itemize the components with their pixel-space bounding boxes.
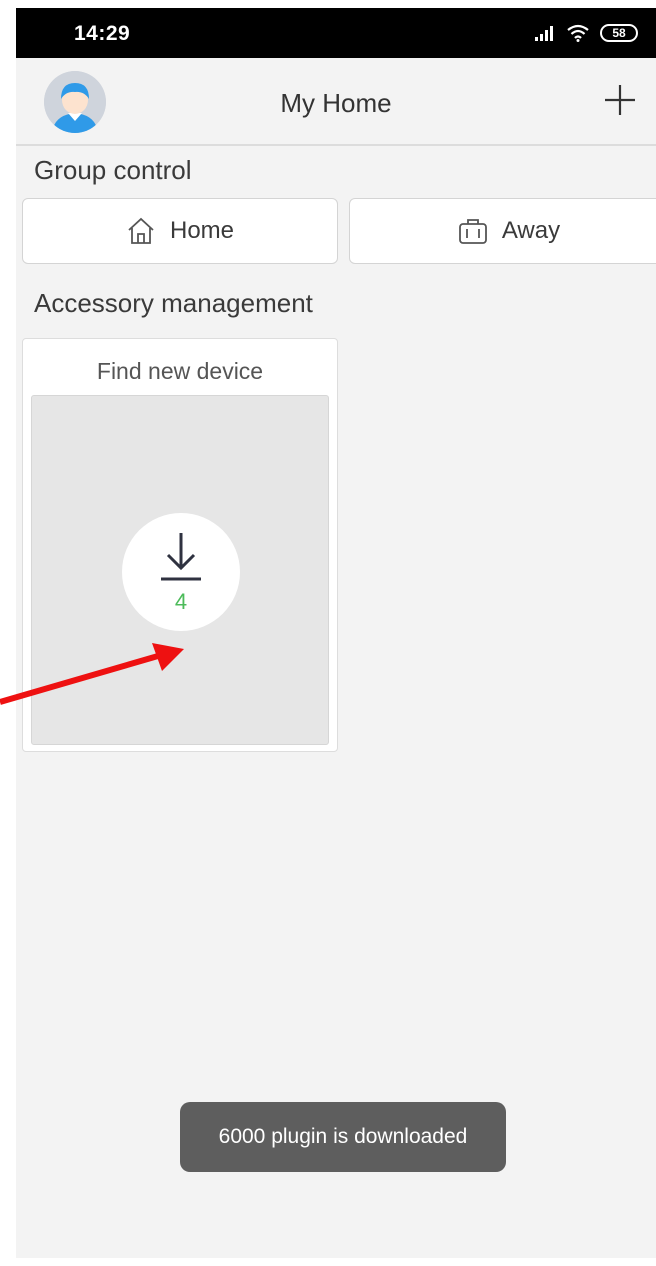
annotation-arrow-icon xyxy=(0,643,184,705)
home-mode-label: Home xyxy=(169,217,235,244)
group-control-title: Group control xyxy=(34,155,192,185)
phone-screen: 14:29 58 My Home Group control Home Away… xyxy=(16,8,656,1258)
wifi-icon xyxy=(567,24,589,42)
status-time: 14:29 xyxy=(74,22,131,45)
briefcase-icon xyxy=(458,219,487,244)
away-mode-label: Away xyxy=(501,217,561,244)
home-mode-button[interactable]: Home xyxy=(22,198,338,264)
download-count: 4 xyxy=(174,589,188,614)
card-title: Find new device xyxy=(96,358,264,384)
battery-icon: 58 xyxy=(600,24,638,42)
toast-message: 6000 plugin is downloaded xyxy=(180,1102,506,1172)
download-badge[interactable]: 4 xyxy=(122,513,240,631)
accessory-management-title: Accessory management xyxy=(34,288,313,318)
away-mode-button[interactable]: Away xyxy=(349,198,656,264)
house-icon xyxy=(128,217,154,244)
add-button[interactable] xyxy=(602,82,638,118)
battery-level: 58 xyxy=(612,26,626,40)
page-title: My Home xyxy=(280,88,392,118)
app-header: My Home xyxy=(16,58,656,146)
status-icons: 58 xyxy=(534,22,638,44)
signal-icon xyxy=(535,26,553,41)
download-icon xyxy=(161,533,201,581)
status-bar: 14:29 58 xyxy=(16,8,656,58)
